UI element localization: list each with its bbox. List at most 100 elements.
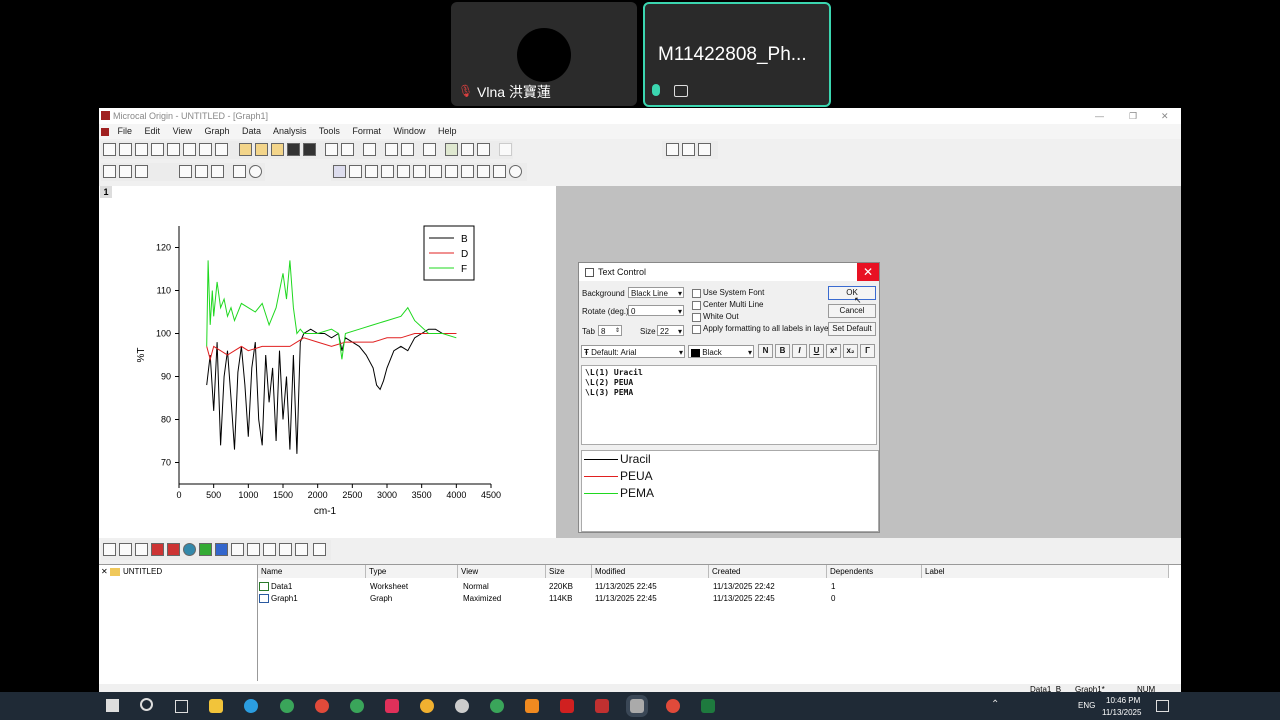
new-notes-icon[interactable]: [199, 143, 212, 156]
origin-taskbar-icon[interactable]: [630, 699, 644, 713]
set-default-button[interactable]: Set Default: [828, 322, 876, 336]
task-view-icon[interactable]: [175, 700, 188, 713]
greek-button[interactable]: Γ: [860, 344, 875, 358]
fill-area-icon[interactable]: [215, 543, 228, 556]
new-layout-icon[interactable]: [183, 143, 196, 156]
start-icon[interactable]: [106, 699, 119, 712]
rescale-icon[interactable]: [103, 165, 116, 178]
italic-button[interactable]: I: [792, 344, 807, 358]
menu-window[interactable]: Window: [393, 126, 425, 136]
white-out-checkbox[interactable]: [692, 313, 701, 322]
new-worksheet-icon[interactable]: [119, 143, 132, 156]
results-log-icon[interactable]: [445, 143, 458, 156]
box-chart-icon[interactable]: [295, 543, 308, 556]
paste-icon[interactable]: [698, 143, 711, 156]
col-header-type[interactable]: Type: [366, 565, 458, 578]
subscript-button[interactable]: x₂: [843, 344, 858, 358]
restore-button[interactable]: ❐: [1129, 108, 1137, 124]
text-tool-icon[interactable]: [429, 165, 442, 178]
scatter-plot-icon[interactable]: [119, 543, 132, 556]
line-plot-icon[interactable]: [103, 543, 116, 556]
polar-plot-icon[interactable]: [231, 543, 244, 556]
cancel-button[interactable]: Cancel: [828, 304, 876, 318]
new-project-icon[interactable]: [103, 143, 116, 156]
chrome-icon-2[interactable]: [315, 699, 329, 713]
tray-icons[interactable]: [1010, 700, 1066, 710]
duplicate-icon[interactable]: [401, 143, 414, 156]
new-matrix-icon[interactable]: [215, 143, 228, 156]
menu-edit[interactable]: Edit: [145, 126, 161, 136]
line-tool-icon[interactable]: [477, 165, 490, 178]
line-symbol-icon[interactable]: [135, 543, 148, 556]
pointer-icon[interactable]: [333, 165, 346, 178]
font-select[interactable]: Ŧ Default: Arial ▾: [581, 345, 685, 358]
code-builder-icon[interactable]: [477, 143, 490, 156]
col-header-dependents[interactable]: Dependents: [827, 565, 922, 578]
data-reader-icon[interactable]: [381, 165, 394, 178]
area-plot-icon[interactable]: [199, 543, 212, 556]
file-explorer-icon[interactable]: [209, 699, 223, 713]
minimize-button[interactable]: —: [1095, 108, 1104, 124]
open-icon[interactable]: [239, 143, 252, 156]
search-icon[interactable]: [140, 698, 153, 711]
menu-analysis[interactable]: Analysis: [273, 126, 307, 136]
bold-button[interactable]: B: [775, 344, 790, 358]
new-legend-icon[interactable]: [233, 165, 246, 178]
menu-graph[interactable]: Graph: [204, 126, 229, 136]
menu-help[interactable]: Help: [438, 126, 457, 136]
arrange-icon[interactable]: [211, 165, 224, 178]
clock-date[interactable]: 11/13/2025: [1102, 708, 1141, 717]
chrome-icon-6[interactable]: [666, 699, 680, 713]
import-multiple-icon[interactable]: [341, 143, 354, 156]
copy-icon[interactable]: [682, 143, 695, 156]
stepper-arrows-icon[interactable]: ⇕: [615, 326, 620, 337]
hi-lo-close-icon[interactable]: [263, 543, 276, 556]
zoom-in-icon[interactable]: [349, 165, 362, 178]
notification-icon[interactable]: [1156, 700, 1169, 712]
excel-icon[interactable]: [701, 699, 715, 713]
menu-data[interactable]: Data: [242, 126, 261, 136]
ok-button[interactable]: OK: [828, 286, 876, 300]
tray-chevron-icon[interactable]: ⌃: [991, 699, 999, 710]
ternary-plot-icon[interactable]: [247, 543, 260, 556]
color-select[interactable]: Black ▾: [688, 345, 754, 358]
clock-time[interactable]: 10:46 PM: [1106, 696, 1140, 705]
zoom-icon[interactable]: [119, 165, 132, 178]
save-template-icon[interactable]: [303, 143, 316, 156]
pie-plot-icon[interactable]: [183, 543, 196, 556]
merge-icon[interactable]: [195, 165, 208, 178]
arrow-tool-icon[interactable]: [445, 165, 458, 178]
script-window-icon[interactable]: [461, 143, 474, 156]
background-select[interactable]: Black Line ▾: [628, 287, 684, 298]
language-indicator[interactable]: ENG: [1078, 701, 1095, 710]
timestamp-icon[interactable]: [249, 165, 262, 178]
menu-view[interactable]: View: [173, 126, 192, 136]
label-text-editor[interactable]: \L(1) Uracil \L(2) PEUA \L(3) PEMA: [581, 365, 877, 445]
circle-tool-icon[interactable]: [509, 165, 522, 178]
open-excel-icon[interactable]: [271, 143, 284, 156]
normal-button[interactable]: N: [758, 344, 773, 358]
menu-format[interactable]: Format: [352, 126, 381, 136]
col-header-created[interactable]: Created: [709, 565, 827, 578]
print-icon[interactable]: [363, 143, 376, 156]
template-icon[interactable]: [313, 543, 326, 556]
col-header-view[interactable]: View: [458, 565, 546, 578]
new-graph-icon[interactable]: [151, 143, 164, 156]
app-red-icon[interactable]: [385, 699, 399, 713]
extract-icon[interactable]: [135, 165, 148, 178]
curved-arrow-icon[interactable]: [461, 165, 474, 178]
rotate-select[interactable]: 0 ▾: [628, 305, 684, 316]
app-orange-icon[interactable]: [525, 699, 539, 713]
edge-icon[interactable]: [244, 699, 258, 713]
data-selector-icon[interactable]: [397, 165, 410, 178]
refresh-icon[interactable]: [385, 143, 398, 156]
apply-formatting-checkbox[interactable]: [692, 325, 701, 334]
bar-plot-icon[interactable]: [167, 543, 180, 556]
menu-tools[interactable]: Tools: [319, 126, 340, 136]
folder-root[interactable]: UNTITLED: [123, 567, 162, 576]
col-header-modified[interactable]: Modified: [592, 565, 709, 578]
add-column-icon[interactable]: [499, 143, 512, 156]
size-select[interactable]: 22 ▾: [657, 325, 684, 336]
tab-stepper[interactable]: 8 ⇕: [598, 325, 622, 336]
dialog-close-button[interactable]: ✕: [857, 263, 879, 281]
